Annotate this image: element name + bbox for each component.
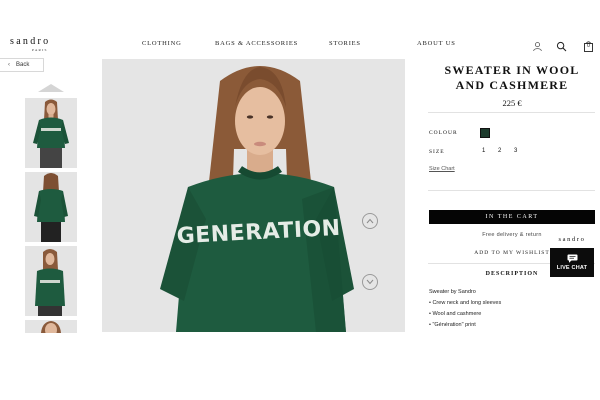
description-line: • Crew neck and long sleeves [429, 300, 502, 306]
cart-count: 0 [587, 42, 590, 49]
size-option-2[interactable]: 2 [498, 148, 501, 154]
back-button[interactable]: ‹ Back [0, 58, 44, 72]
chevron-up-icon [366, 218, 374, 224]
description-line: Sweater by Sandro [429, 289, 476, 295]
add-to-cart-button[interactable]: IN THE CART [429, 210, 595, 224]
thumbnails-up-arrow-icon[interactable] [38, 84, 64, 92]
product-price: 225 € [502, 98, 522, 108]
search-icon[interactable] [556, 39, 567, 52]
chevron-left-icon: ‹ [8, 62, 10, 68]
nav-item-clothing[interactable]: CLOTHING [142, 40, 182, 47]
user-icon[interactable] [532, 39, 543, 52]
chat-bubble-icon [567, 254, 577, 263]
image-scroll-up-button[interactable] [362, 213, 378, 229]
image-scroll-down-button[interactable] [362, 274, 378, 290]
bag-icon[interactable]: 0 [583, 39, 594, 52]
main-nav: CLOTHING BAGS & ACCESSORIES STORIES ABOU… [0, 40, 600, 50]
main-product-image: GENERATION [102, 59, 405, 332]
product-title: SWEATER IN WOOL AND CASHMERE [428, 63, 596, 93]
back-label: Back [16, 62, 30, 68]
nav-item-bags-accessories[interactable]: BAGS & ACCESSORIES [215, 40, 298, 47]
size-chart-link[interactable]: Size Chart [429, 166, 455, 172]
description-line: • Wool and cashmere [429, 311, 482, 317]
product-title-line-2: AND CASHMERE [455, 78, 569, 92]
thumbnail-back[interactable] [25, 172, 77, 242]
chat-brand-label: sandro [548, 236, 596, 246]
divider [428, 112, 595, 113]
divider [428, 190, 595, 191]
size-option-3[interactable]: 3 [514, 148, 517, 154]
nav-item-stories[interactable]: STORIES [329, 40, 361, 47]
colour-label: COLOUR [429, 130, 458, 136]
chevron-down-icon [366, 279, 374, 285]
nav-item-about-us[interactable]: ABOUT US [417, 40, 456, 47]
colour-swatch-green[interactable] [480, 128, 490, 138]
size-label: SIZE [429, 149, 445, 155]
product-title-line-1: SWEATER IN WOOL [444, 63, 580, 77]
size-option-1[interactable]: 1 [482, 148, 485, 154]
live-chat-button[interactable]: LIVE CHAT [550, 248, 594, 277]
live-chat-label: LIVE CHAT [556, 265, 588, 271]
description-line: • "Génération" print [429, 322, 476, 328]
thumbnail-closeup[interactable] [25, 320, 77, 333]
thumbnail-side[interactable] [25, 246, 77, 316]
thumbnail-front[interactable] [25, 98, 77, 168]
